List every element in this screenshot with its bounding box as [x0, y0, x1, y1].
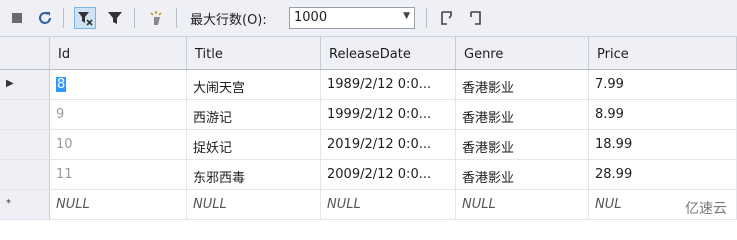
filter-clear-icon[interactable]: [74, 7, 96, 29]
cell-title[interactable]: NULL: [187, 190, 321, 219]
table-row[interactable]: 10 捉妖记 2019/2/12 0:0... 香港影业 18.99: [0, 130, 737, 160]
toolbar: 最大行数(O): 1000 ▼: [0, 0, 737, 37]
paste-icon[interactable]: [436, 7, 458, 29]
cell-releasedate[interactable]: NULL: [321, 190, 456, 219]
cell-genre[interactable]: 香港影业: [456, 130, 589, 159]
grid-header: Id Title ReleaseDate Genre Price: [0, 37, 737, 70]
cell-genre[interactable]: 香港影业: [456, 160, 589, 189]
row-header-corner[interactable]: [0, 37, 50, 69]
table-row[interactable]: 11 东邪西毒 2009/2/12 0:0... 香港影业 28.99: [0, 160, 737, 190]
cell-id[interactable]: 9: [50, 100, 187, 129]
cell-releasedate[interactable]: 1999/2/12 0:0...: [321, 100, 456, 129]
row-selector-new[interactable]: *: [0, 190, 50, 219]
filter-icon[interactable]: [104, 7, 126, 29]
cell-price[interactable]: 28.99: [589, 160, 737, 189]
script-icon[interactable]: [145, 7, 167, 29]
cell-title[interactable]: 大闹天宫: [187, 70, 321, 99]
cell-genre[interactable]: NULL: [456, 190, 589, 219]
cell-releasedate[interactable]: 2019/2/12 0:0...: [321, 130, 456, 159]
cell-releasedate[interactable]: 2009/2/12 0:0...: [321, 160, 456, 189]
row-selector[interactable]: [0, 160, 50, 189]
cell-genre[interactable]: 香港影业: [456, 70, 589, 99]
cell-id[interactable]: 11: [50, 160, 187, 189]
cell-price[interactable]: 7.99: [589, 70, 737, 99]
cell-id[interactable]: 10: [50, 130, 187, 159]
row-selector[interactable]: [0, 100, 50, 129]
column-header-releasedate[interactable]: ReleaseDate: [321, 37, 456, 69]
cell-price[interactable]: 8.99: [589, 100, 737, 129]
cell-id[interactable]: NULL: [50, 190, 187, 219]
stop-icon[interactable]: [6, 7, 28, 29]
cell-title[interactable]: 西游记: [187, 100, 321, 129]
max-rows-label: 最大行数(O):: [190, 13, 267, 28]
column-header-price[interactable]: Price: [589, 37, 737, 69]
cell-title[interactable]: 捉妖记: [187, 130, 321, 159]
max-rows-value: 1000: [294, 10, 328, 25]
copy-icon[interactable]: [464, 7, 486, 29]
cell-releasedate[interactable]: 1989/2/12 0:0...: [321, 70, 456, 99]
cell-title[interactable]: 东邪西毒: [187, 160, 321, 189]
max-rows-input[interactable]: 1000 ▼: [289, 7, 415, 29]
column-header-id[interactable]: Id: [50, 37, 187, 69]
table-row[interactable]: 9 西游记 1999/2/12 0:0... 香港影业 8.99: [0, 100, 737, 130]
chevron-down-icon[interactable]: ▼: [403, 11, 410, 21]
new-row[interactable]: * NULL NULL NULL NULL NUL: [0, 190, 737, 220]
refresh-icon[interactable]: [34, 7, 56, 29]
cell-genre[interactable]: 香港影业: [456, 100, 589, 129]
watermark-logo: 亿速云: [685, 201, 727, 217]
row-selector[interactable]: [0, 130, 50, 159]
column-header-title[interactable]: Title: [187, 37, 321, 69]
table-row[interactable]: ▶ 8 大闹天宫 1989/2/12 0:0... 香港影业 7.99: [0, 70, 737, 100]
row-selector-current[interactable]: ▶: [0, 70, 50, 99]
column-header-genre[interactable]: Genre: [456, 37, 589, 69]
cell-price[interactable]: 18.99: [589, 130, 737, 159]
cell-id[interactable]: 8: [50, 70, 187, 99]
results-grid: Id Title ReleaseDate Genre Price ▶ 8 大闹天…: [0, 37, 737, 224]
